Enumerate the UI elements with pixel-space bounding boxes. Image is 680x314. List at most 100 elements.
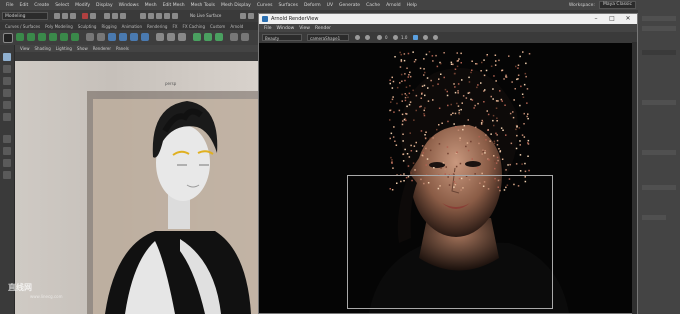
menu-deform[interactable]: Deform <box>304 3 321 8</box>
viewport-menu-show[interactable]: Show <box>77 46 88 51</box>
exposure-icon[interactable] <box>377 35 382 40</box>
menu-edit-mesh[interactable]: Edit Mesh <box>163 3 185 8</box>
shelf-tab-sculpting[interactable]: Sculpting <box>78 24 97 29</box>
target-weld-icon[interactable] <box>167 33 175 41</box>
shelf-tab-custom[interactable]: Custom <box>210 24 225 29</box>
rotate-tool-icon[interactable] <box>3 101 11 109</box>
torus-icon[interactable] <box>71 33 79 41</box>
menu-help[interactable]: Help <box>407 3 417 8</box>
snap-curve-icon[interactable] <box>148 13 154 19</box>
layout-side-icon[interactable] <box>3 159 11 167</box>
snap-grid-icon[interactable] <box>140 13 146 19</box>
shelf-tab-animation[interactable]: Animation <box>122 24 142 29</box>
menu-uv[interactable]: UV <box>327 3 333 8</box>
maximize-button[interactable]: □ <box>605 15 619 23</box>
shelf-tab-poly[interactable]: Poly Modeling <box>45 24 73 29</box>
rv-menu-view[interactable]: View <box>299 26 310 31</box>
select-object-icon[interactable] <box>112 13 118 19</box>
smooth-icon[interactable] <box>108 33 116 41</box>
new-scene-icon[interactable] <box>54 13 60 19</box>
rv-menu-render[interactable]: Render <box>315 26 331 31</box>
cube-icon[interactable] <box>27 33 35 41</box>
redo-icon[interactable] <box>90 13 96 19</box>
render-region-box[interactable] <box>347 175 553 309</box>
snap-live-icon[interactable] <box>172 13 178 19</box>
rv-menu-file[interactable]: File <box>264 26 272 31</box>
menu-edit[interactable]: Edit <box>20 3 29 8</box>
camera-dropdown[interactable]: cameraShape1 <box>307 34 349 41</box>
minimize-button[interactable]: – <box>589 15 603 23</box>
multi-cut-icon[interactable] <box>156 33 164 41</box>
menu-file[interactable]: File <box>6 3 14 8</box>
open-scene-icon[interactable] <box>62 13 68 19</box>
sphere-icon[interactable] <box>16 33 24 41</box>
plane-icon[interactable] <box>60 33 68 41</box>
menu-set-dropdown[interactable]: Modeling <box>2 12 48 20</box>
shelf-tab-fx[interactable]: FX <box>172 24 177 29</box>
menu-mesh-display[interactable]: Mesh Display <box>221 3 251 8</box>
menu-cache[interactable]: Cache <box>366 3 380 8</box>
shelf-tab-fx-caching[interactable]: FX Caching <box>183 24 205 29</box>
menu-mesh-tools[interactable]: Mesh Tools <box>191 3 215 8</box>
render-play-icon[interactable] <box>355 35 360 40</box>
render-frame-icon[interactable] <box>240 13 246 19</box>
combine-icon[interactable] <box>86 33 94 41</box>
renderview-titlebar[interactable]: Arnold RenderView – □ ✕ <box>259 14 637 24</box>
shelf-tab-rendering[interactable]: Rendering <box>147 24 167 29</box>
menu-curves[interactable]: Curves <box>257 3 273 8</box>
snap-point-icon[interactable] <box>156 13 162 19</box>
viewport-menu-renderer[interactable]: Renderer <box>93 46 111 51</box>
viewport-menu-view[interactable]: View <box>20 46 30 51</box>
auto-map-icon[interactable] <box>215 33 223 41</box>
viewport-menu-panels[interactable]: Panels <box>116 46 129 51</box>
bridge-icon[interactable] <box>130 33 138 41</box>
close-button[interactable]: ✕ <box>621 15 635 23</box>
rv-menu-window[interactable]: Window <box>277 26 295 31</box>
gamma-icon[interactable] <box>393 35 398 40</box>
cylinder-icon[interactable] <box>38 33 46 41</box>
shelf-tab-arnold[interactable]: Arnold <box>230 24 243 29</box>
viewport-menu-lighting[interactable]: Lighting <box>56 46 72 51</box>
paint-select-icon[interactable] <box>3 77 11 85</box>
layout-single-icon[interactable] <box>3 135 11 143</box>
select-hierarchy-icon[interactable] <box>104 13 110 19</box>
save-scene-icon[interactable] <box>70 13 76 19</box>
menu-arnold[interactable]: Arnold <box>386 3 401 8</box>
stop-render-icon[interactable] <box>365 35 370 40</box>
lasso-tool-icon[interactable] <box>3 65 11 73</box>
layout-four-icon[interactable] <box>3 147 11 155</box>
scale-tool-icon[interactable] <box>3 113 11 121</box>
menu-mesh[interactable]: Mesh <box>145 3 157 8</box>
vertical-scrollbar[interactable] <box>632 42 637 314</box>
mirror-icon[interactable] <box>230 33 238 41</box>
history-icon[interactable] <box>241 33 249 41</box>
region-icon[interactable] <box>413 35 418 40</box>
ipr-render-icon[interactable] <box>248 13 254 19</box>
menu-create[interactable]: Create <box>34 3 49 8</box>
separate-icon[interactable] <box>97 33 105 41</box>
menu-display[interactable]: Display <box>96 3 113 8</box>
shelf-settings-icon[interactable] <box>3 33 13 43</box>
viewport-scene[interactable]: persp <box>15 61 258 314</box>
select-tool-icon[interactable] <box>3 53 11 61</box>
layout-outliner-icon[interactable] <box>3 171 11 179</box>
shelf-tab-rigging[interactable]: Rigging <box>101 24 116 29</box>
viewport-menu-shading[interactable]: Shading <box>35 46 51 51</box>
select-component-icon[interactable] <box>120 13 126 19</box>
planar-map-icon[interactable] <box>204 33 212 41</box>
aov-dropdown[interactable]: Beauty <box>262 34 302 41</box>
snap-view-plane-icon[interactable] <box>164 13 170 19</box>
menu-select[interactable]: Select <box>55 3 69 8</box>
render-canvas[interactable] <box>259 43 637 313</box>
menu-generate[interactable]: Generate <box>339 3 360 8</box>
undo-icon[interactable] <box>82 13 88 19</box>
workspace-dropdown[interactable]: Maya Classic <box>598 1 636 9</box>
uv-editor-icon[interactable] <box>193 33 201 41</box>
cone-icon[interactable] <box>49 33 57 41</box>
quad-draw-icon[interactable] <box>178 33 186 41</box>
extrude-icon[interactable] <box>119 33 127 41</box>
move-tool-icon[interactable] <box>3 89 11 97</box>
crop-icon[interactable] <box>423 35 428 40</box>
menu-windows[interactable]: Windows <box>119 3 139 8</box>
menu-modify[interactable]: Modify <box>75 3 90 8</box>
